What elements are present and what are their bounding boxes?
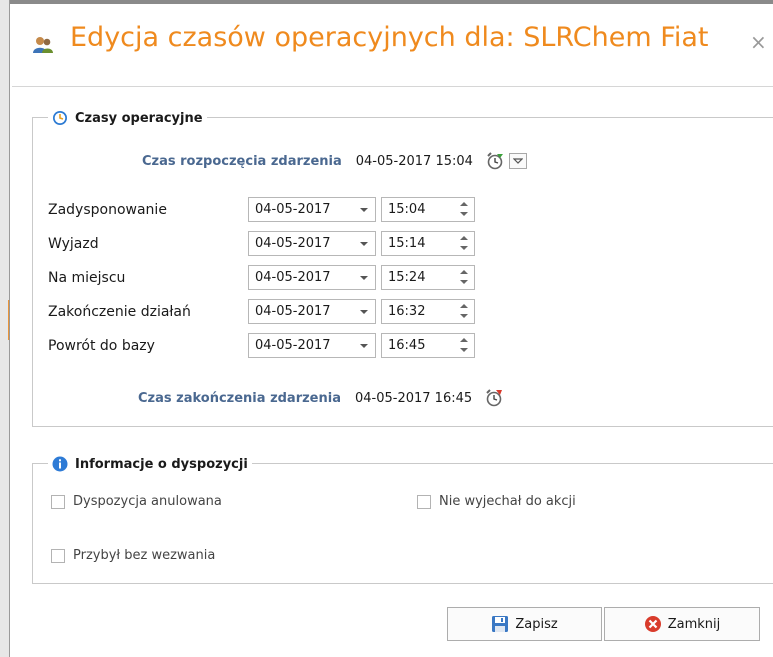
date-value: 04-05-2017	[255, 270, 331, 285]
row-label-dispatch: Zadysponowanie	[48, 202, 167, 218]
alarm-clock-icon[interactable]	[484, 388, 504, 408]
close-button-label: Zamknij	[667, 616, 721, 632]
date-value: 04-05-2017	[255, 202, 331, 217]
row-label-departure: Wyjazd	[48, 236, 99, 252]
dialog-title: Edycja czasów operacyjnych dla: SLRChem …	[70, 22, 709, 53]
dialog-titlebar: Edycja czasów operacyjnych dla: SLRChem …	[12, 4, 773, 87]
save-button[interactable]: Zapisz	[447, 607, 602, 641]
date-picker-departure[interactable]: 04-05-2017	[248, 231, 376, 256]
dispatch-info-title: Informacje o dyspozycji	[75, 456, 248, 472]
date-value: 04-05-2017	[255, 304, 331, 319]
row-label-completion: Zakończenie działań	[48, 304, 191, 320]
chevron-down-icon	[512, 158, 523, 164]
start-time-label: Czas rozpoczęcia zdarzenia	[142, 153, 342, 169]
operational-times-dialog: Edycja czasów operacyjnych dla: SLRChem …	[12, 4, 773, 657]
time-value: 16:32	[388, 304, 426, 319]
checkbox-label: Przybył bez wezwania	[73, 548, 216, 563]
chevron-down-icon[interactable]	[360, 242, 368, 246]
row-label-on-site: Na miejscu	[48, 270, 126, 286]
spinner-arrows-icon[interactable]	[460, 303, 468, 320]
time-value: 15:24	[388, 270, 426, 285]
row-label-return: Powrót do bazy	[48, 338, 155, 354]
checkbox-did-not-depart[interactable]: Nie wyjechał do akcji	[417, 494, 576, 509]
chevron-down-icon[interactable]	[360, 344, 368, 348]
time-spinner-on-site[interactable]: 15:24	[381, 265, 475, 290]
save-button-label: Zapisz	[515, 616, 558, 632]
date-picker-on-site[interactable]: 04-05-2017	[248, 265, 376, 290]
date-value: 04-05-2017	[255, 236, 331, 251]
checkbox-box[interactable]	[51, 494, 65, 509]
checkbox-arrived-without-call[interactable]: Przybył bez wezwania	[51, 548, 215, 563]
close-button[interactable]: Zamknij	[604, 607, 760, 641]
end-time-row: Czas zakończenia zdarzenia 04-05-2017 16…	[138, 388, 504, 408]
chevron-down-icon[interactable]	[360, 310, 368, 314]
close-circle-icon	[644, 616, 661, 632]
clock-icon	[53, 111, 67, 125]
dispatch-info-group: Informacje o dyspozycji	[32, 453, 773, 584]
checkbox-box[interactable]	[51, 548, 65, 563]
start-time-value: 04-05-2017 15:04	[355, 153, 473, 169]
time-value: 16:45	[388, 338, 426, 353]
floppy-disk-icon	[492, 616, 509, 632]
spinner-arrows-icon[interactable]	[460, 235, 468, 252]
checkbox-dispatch-cancelled[interactable]: Dyspozycja anulowana	[51, 494, 222, 509]
checkbox-label: Dyspozycja anulowana	[73, 494, 222, 509]
info-icon	[52, 456, 68, 472]
users-icon	[33, 37, 53, 53]
alarm-clock-icon[interactable]	[485, 151, 505, 171]
date-picker-return[interactable]: 04-05-2017	[248, 333, 376, 358]
end-time-value: 04-05-2017 16:45	[355, 390, 473, 406]
time-spinner-return[interactable]: 16:45	[381, 333, 475, 358]
chevron-down-icon[interactable]	[360, 208, 368, 212]
dispatch-info-legend: Informacje o dyspozycji	[48, 453, 252, 475]
date-value: 04-05-2017	[255, 338, 331, 353]
start-time-dropdown-button[interactable]	[508, 153, 527, 169]
time-spinner-completion[interactable]: 16:32	[381, 299, 475, 324]
close-icon[interactable]: ×	[750, 32, 767, 52]
checkbox-box[interactable]	[417, 494, 431, 509]
checkbox-label: Nie wyjechał do akcji	[439, 494, 576, 509]
time-value: 15:14	[388, 236, 426, 251]
start-time-row: Czas rozpoczęcia zdarzenia 04-05-2017 15…	[142, 151, 527, 171]
date-picker-completion[interactable]: 04-05-2017	[248, 299, 376, 324]
time-value: 15:04	[388, 202, 426, 217]
background-window-edge	[0, 0, 10, 657]
spinner-arrows-icon[interactable]	[460, 201, 468, 218]
chevron-down-icon[interactable]	[360, 276, 368, 280]
operational-times-legend: Czasy operacyjne	[48, 107, 207, 129]
operational-times-title: Czasy operacyjne	[75, 110, 203, 126]
spinner-arrows-icon[interactable]	[460, 269, 468, 286]
spinner-arrows-icon[interactable]	[460, 337, 468, 354]
end-time-label: Czas zakończenia zdarzenia	[138, 390, 341, 406]
time-spinner-departure[interactable]: 15:14	[381, 231, 475, 256]
date-picker-dispatch[interactable]: 04-05-2017	[248, 197, 376, 222]
time-spinner-dispatch[interactable]: 15:04	[381, 197, 475, 222]
